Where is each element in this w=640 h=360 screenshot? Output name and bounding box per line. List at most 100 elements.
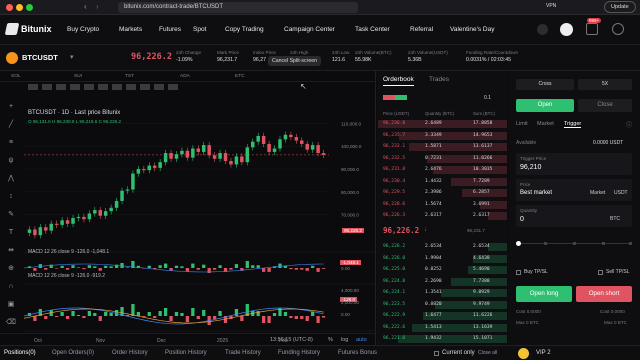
magnet-tool-icon[interactable]: ∩ — [6, 283, 16, 291]
price-field[interactable]: Price Best market Market USDT — [516, 179, 632, 201]
price-chart[interactable]: 110,000.0 100,000.0 90,000.0 80,000.0 70,000… — [24, 112, 376, 345]
update-button[interactable]: Update — [604, 1, 636, 13]
nav-referral[interactable]: Referral — [410, 26, 433, 33]
back-icon[interactable]: ‹ — [84, 2, 87, 11]
ask-row[interactable]: 96,235.7 3.3349 14.9653 — [377, 131, 507, 140]
current-only-checkbox[interactable] — [434, 351, 439, 356]
pitchfork-tool-icon[interactable]: ψ — [6, 157, 16, 165]
tab-orderbook[interactable]: Orderbook — [383, 76, 414, 86]
sell-tpsl-label: Sell TP/SL — [606, 269, 630, 275]
order-type-trigger[interactable]: Trigger — [564, 121, 582, 128]
text-tool-icon[interactable]: T — [6, 229, 16, 237]
open-short-button[interactable]: Open short — [576, 286, 632, 302]
bid-row[interactable]: 96,225.0 0.8252 5.4690 — [377, 266, 507, 275]
trigger-price-field[interactable]: Trigger Price 96,210 — [516, 153, 632, 175]
ask-row[interactable]: 96,231.8 2.6476 10.3035 — [377, 166, 507, 175]
ask-row[interactable]: 96,232.5 0.7231 11.0266 — [377, 154, 507, 163]
order-type-market[interactable]: Market — [537, 121, 554, 127]
nav-campaign-center[interactable]: Campaign Center — [284, 26, 335, 33]
horizontal-line-tool-icon[interactable]: ≡ — [6, 139, 16, 147]
sell-tpsl-checkbox[interactable] — [598, 270, 603, 275]
vpn-indicator[interactable]: VPN — [546, 3, 556, 9]
bid-row[interactable]: 96,226.0 1.9904 4.6438 — [377, 254, 507, 263]
tab-open-orders[interactable]: Open Orders(0) — [52, 350, 94, 356]
ask-row[interactable]: 96,230.4 1.4432 7.7289 — [377, 177, 507, 186]
both-sides-view-icon[interactable] — [383, 95, 407, 100]
chevron-down-icon[interactable]: ▾ — [70, 53, 74, 61]
macd-histogram-bar — [98, 268, 102, 271]
trendline-tool-icon[interactable]: ╱ — [6, 121, 16, 129]
fibonacci-tool-icon[interactable]: ↕ — [6, 193, 16, 201]
bid-row[interactable]: 96,224.1 1.3541 9.0929 — [377, 289, 507, 298]
quantity-field[interactable]: Quantity 0 BTC — [516, 205, 632, 227]
order-type-limit[interactable]: Limit — [516, 121, 528, 127]
bid-row[interactable]: 96,221.0 1.9432 15.1071 — [377, 335, 507, 344]
slider-handle[interactable] — [516, 241, 521, 246]
ask-row[interactable]: 96,236.8 2.6489 17.8858 — [377, 120, 507, 129]
maximize-window-icon[interactable] — [26, 4, 33, 11]
chart-tool-buttons[interactable] — [28, 84, 178, 90]
ask-row[interactable]: 96,228.6 1.5674 3.6991 — [377, 200, 507, 209]
search-icon[interactable] — [537, 24, 548, 35]
tab-trade-history[interactable]: Trade History — [225, 350, 261, 356]
fav-tst[interactable]: TST — [125, 74, 134, 79]
margin-mode-button[interactable]: Cross — [516, 79, 574, 90]
address-bar[interactable]: bitunix.com/contract-trade/BTCUSDT — [118, 2, 358, 13]
crosshair-tool-icon[interactable]: + — [6, 103, 16, 111]
precision-select[interactable]: 0.1 — [484, 95, 491, 101]
close-all-button[interactable]: Close all — [478, 350, 497, 356]
macd-histogram-bar — [104, 265, 108, 268]
bid-row[interactable]: 96,222.6 1.5413 13.1639 — [377, 323, 507, 332]
ask-row[interactable]: 96,229.5 2.3986 6.2857 — [377, 189, 507, 198]
measure-tool-icon[interactable]: ⇹ — [6, 247, 16, 255]
brand-logo[interactable]: Bitunix — [4, 23, 52, 35]
nav-copy-trading[interactable]: Copy Trading — [225, 26, 264, 33]
quantity-slider[interactable] — [516, 241, 632, 246]
ask-row[interactable]: 96,226.3 2.6317 2.6317 — [377, 212, 507, 221]
trash-tool-icon[interactable]: ⌫ — [6, 319, 16, 327]
brush-tool-icon[interactable]: ✎ — [6, 211, 16, 219]
zoom-tool-icon[interactable]: ⊕ — [6, 265, 16, 273]
ask-row[interactable]: 96,233.1 1.5871 13.6137 — [377, 143, 507, 152]
open-long-button[interactable]: Open long — [516, 286, 572, 302]
nav-futures[interactable]: Futures — [159, 26, 181, 33]
bid-row[interactable]: 96,222.9 1.6477 11.6226 — [377, 312, 507, 321]
minimize-window-icon[interactable] — [16, 4, 23, 11]
leverage-button[interactable]: 5X — [578, 79, 632, 90]
globe-icon[interactable] — [612, 23, 624, 35]
fav-sui[interactable]: SUI — [74, 74, 82, 79]
pattern-tool-icon[interactable]: ⋀ — [6, 175, 16, 183]
symbol-selector[interactable]: BTCUSDT — [22, 53, 58, 62]
auto-toggle[interactable]: auto — [356, 337, 367, 343]
tab-futures-bonus[interactable]: Futures Bonus — [338, 350, 377, 356]
tab-positions[interactable]: Positions(0) — [4, 350, 36, 356]
close-tab[interactable]: Close — [578, 99, 632, 112]
notification-icon[interactable] — [586, 23, 598, 35]
macd-histogram-bar — [147, 312, 151, 316]
bid-row[interactable]: 96,223.5 0.8820 9.9749 — [377, 300, 507, 309]
fav-sol[interactable]: SOL — [11, 74, 21, 79]
nav-buy-crypto[interactable]: Buy Crypto — [67, 26, 99, 33]
tab-trades[interactable]: Trades — [429, 76, 449, 83]
buy-tpsl-checkbox[interactable] — [516, 270, 521, 275]
avatar[interactable] — [560, 23, 573, 36]
info-icon[interactable]: ⓘ — [626, 120, 632, 129]
tab-funding-history[interactable]: Funding History — [278, 350, 320, 356]
bid-row[interactable]: 96,226.2 2.6534 2.6534 — [377, 243, 507, 252]
percent-toggle[interactable]: % — [328, 337, 333, 343]
lock-tool-icon[interactable]: ▣ — [6, 301, 16, 309]
tab-order-history[interactable]: Order History — [112, 350, 148, 356]
bid-row[interactable]: 96,224.8 2.2698 7.7388 — [377, 277, 507, 286]
fav-ada[interactable]: ADA — [180, 74, 190, 79]
tab-position-history[interactable]: Position History — [165, 350, 207, 356]
nav-markets[interactable]: Markets — [119, 26, 142, 33]
open-tab[interactable]: Open — [516, 99, 574, 112]
nav-spot[interactable]: Spot — [193, 26, 206, 33]
nav-task-center[interactable]: Task Center — [355, 26, 390, 33]
nav-valentines-day[interactable]: Valentine's Day — [450, 26, 494, 33]
close-window-icon[interactable] — [6, 4, 13, 11]
forward-icon[interactable]: › — [96, 2, 99, 11]
log-toggle[interactable]: log — [341, 337, 348, 343]
market-toggle[interactable]: Market — [590, 190, 605, 196]
fav-etc[interactable]: ETC — [235, 74, 245, 79]
